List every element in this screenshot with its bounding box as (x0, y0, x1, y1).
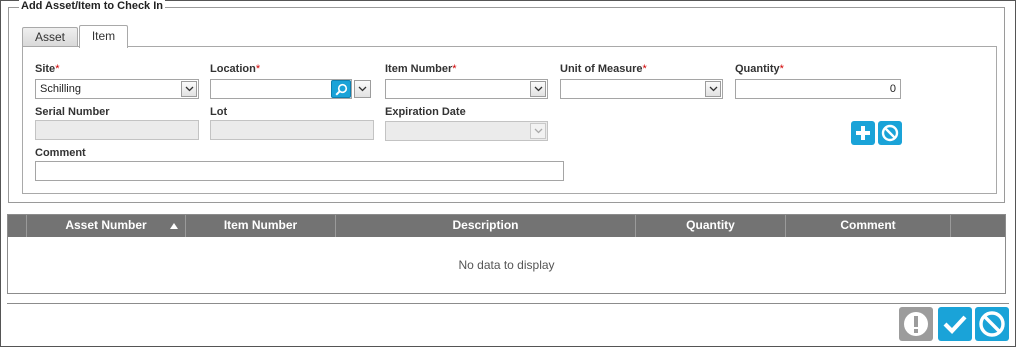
chevron-down-icon (530, 123, 546, 139)
column-header-comment[interactable]: Comment (786, 215, 951, 237)
lot-input (210, 120, 374, 140)
required-marker: * (452, 63, 457, 75)
section-title: Add Asset/Item to Check In (19, 0, 166, 12)
column-header-quantity[interactable]: Quantity (636, 215, 786, 237)
quantity-label: Quantity* (735, 63, 784, 75)
warning-button (899, 307, 933, 341)
plus-icon (856, 126, 870, 140)
sort-ascending-icon (170, 223, 178, 229)
clear-button[interactable] (878, 121, 902, 145)
required-marker: * (642, 63, 647, 75)
grid-header: Asset Number Item Number Description Qua… (8, 215, 1005, 237)
chevron-down-icon[interactable] (181, 81, 197, 97)
tab-asset[interactable]: Asset (22, 27, 78, 47)
quantity-input[interactable]: 0 (735, 79, 901, 99)
serial-number-label: Serial Number (35, 106, 110, 118)
unit-of-measure-select[interactable] (560, 79, 723, 99)
tab-item[interactable]: Item (79, 25, 128, 48)
column-header-item-number[interactable]: Item Number (186, 215, 336, 237)
check-in-dialog: Add Asset/Item to Check In Asset Item Si… (0, 0, 1016, 347)
checkmark-icon (943, 315, 967, 335)
item-number-select[interactable] (385, 79, 548, 99)
required-marker: * (255, 63, 261, 75)
ban-icon (979, 311, 1005, 337)
footer-divider (7, 303, 1009, 304)
column-header-asset-number[interactable]: Asset Number (27, 215, 186, 237)
chevron-down-icon (358, 86, 367, 92)
cancel-button[interactable] (975, 307, 1009, 341)
confirm-button[interactable] (938, 307, 972, 341)
unit-of-measure-label: Unit of Measure* (560, 63, 647, 75)
check-in-items-grid: Asset Number Item Number Description Qua… (7, 214, 1006, 294)
column-header-description[interactable]: Description (336, 215, 636, 237)
chevron-down-icon[interactable] (705, 81, 721, 97)
exclamation-icon (904, 312, 928, 336)
add-button[interactable] (851, 121, 875, 145)
location-label: Location* (210, 63, 261, 75)
site-select[interactable]: Schilling (35, 79, 199, 99)
lot-label: Lot (210, 106, 228, 118)
required-marker: * (55, 63, 60, 75)
empty-grid-message: No data to display (458, 258, 555, 272)
item-number-label: Item Number* (385, 63, 457, 75)
serial-number-input (35, 120, 199, 140)
row-selector-header (8, 215, 27, 237)
expiration-date-select (385, 121, 548, 141)
expiration-date-label: Expiration Date (385, 106, 466, 118)
search-icon[interactable] (331, 80, 351, 98)
site-label: Site* (35, 63, 60, 75)
site-value: Schilling (40, 83, 81, 95)
comment-input[interactable] (35, 161, 564, 181)
ban-icon (881, 124, 899, 142)
chevron-down-icon[interactable] (530, 81, 546, 97)
comment-label: Comment (35, 147, 86, 159)
required-marker: * (779, 63, 784, 75)
location-dropdown-button[interactable] (354, 80, 371, 98)
